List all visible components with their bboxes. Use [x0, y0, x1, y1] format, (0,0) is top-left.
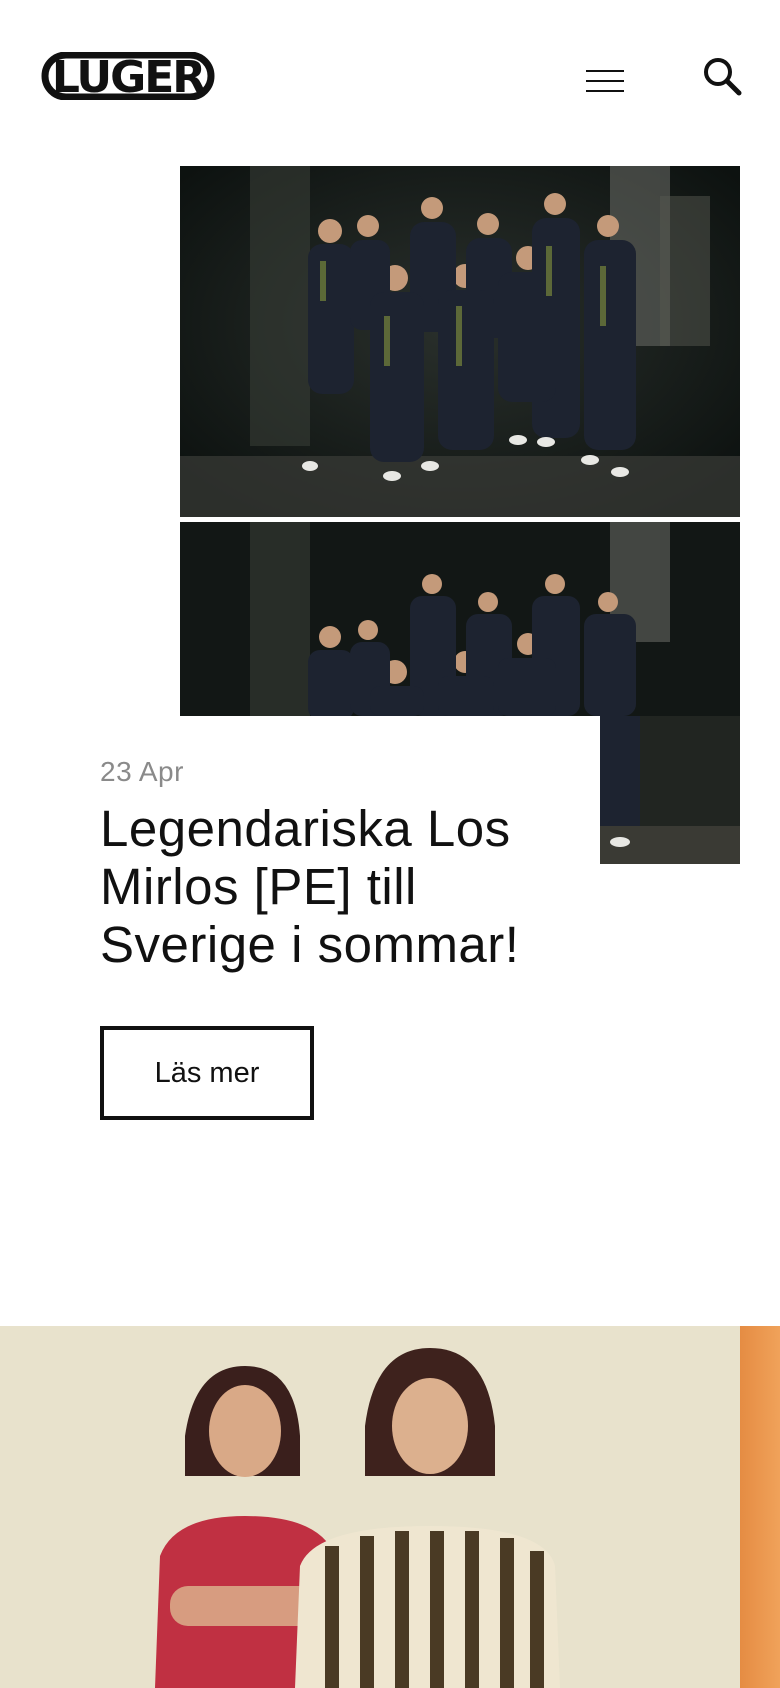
band-photo-image	[180, 166, 740, 517]
logo-wordmark: LUGER	[52, 52, 205, 100]
next-feature-image[interactable]	[0, 1326, 740, 1688]
hamburger-menu-icon	[586, 70, 624, 72]
duo-photo-image	[0, 1326, 740, 1688]
search-button[interactable]	[702, 56, 742, 96]
article-title[interactable]: Legendariska Los Mirlos [PE] till Sverig…	[100, 800, 600, 974]
next-card-preview[interactable]	[740, 1326, 780, 1688]
band-photo-image	[180, 522, 740, 716]
search-icon	[704, 58, 742, 96]
site-header: LUGER	[0, 0, 780, 150]
luger-logo-icon: LUGER	[41, 51, 215, 103]
featured-image-strip	[600, 716, 740, 864]
featured-image-secondary	[180, 522, 740, 716]
luger-logo[interactable]: LUGER	[40, 51, 220, 103]
band-photo-image	[600, 716, 740, 864]
menu-button[interactable]	[586, 66, 624, 96]
article-date: 23 Apr	[100, 756, 184, 787]
featured-image[interactable]	[180, 166, 740, 517]
read-more-button[interactable]: Läs mer	[100, 1026, 314, 1120]
